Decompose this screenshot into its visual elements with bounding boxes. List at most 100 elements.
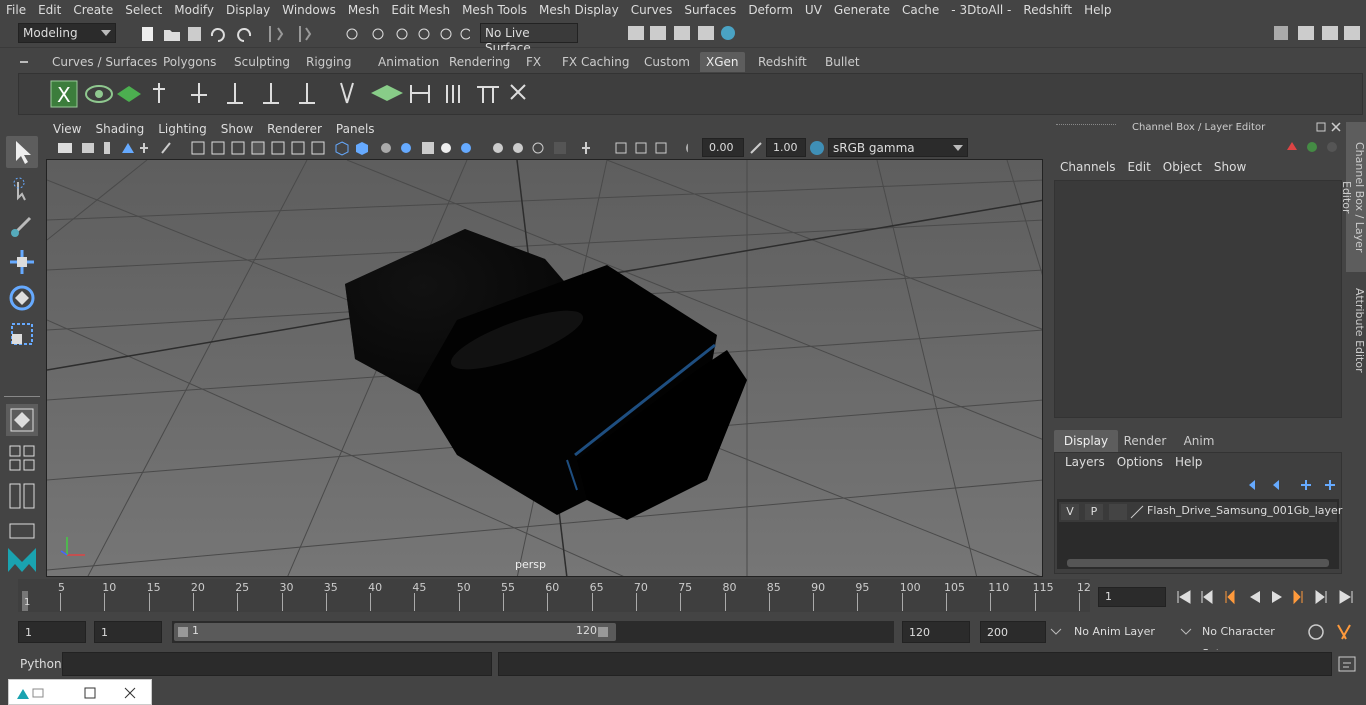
xgen-shelf-icons[interactable]: X: [49, 75, 549, 115]
start-time-field[interactable]: 1: [18, 621, 86, 643]
shelf-tab-custom[interactable]: Custom: [638, 52, 696, 72]
rotate-tool[interactable]: [6, 282, 38, 314]
viewport-menu-renderer[interactable]: Renderer: [260, 122, 329, 136]
layer-row[interactable]: V P Flash_Drive_Samsung_001Gb_layer: [1059, 502, 1342, 522]
menu-redshift[interactable]: Redshift: [1017, 3, 1078, 17]
status-tools[interactable]: [130, 24, 470, 44]
menu-mesh-tools[interactable]: Mesh Tools: [456, 3, 533, 17]
scale-tool[interactable]: [6, 318, 38, 350]
layers-menu[interactable]: Layers: [1059, 455, 1111, 469]
options-menu[interactable]: Options: [1111, 455, 1169, 469]
menu-surfaces[interactable]: Surfaces: [678, 3, 742, 17]
shelf-tab-bullet[interactable]: Bullet: [819, 52, 866, 72]
panel-window-controls[interactable]: [1314, 120, 1346, 134]
render-tools[interactable]: [590, 22, 750, 46]
layer-playback-toggle[interactable]: P: [1085, 504, 1103, 520]
live-surface-field[interactable]: No Live Surface: [480, 23, 578, 55]
menu-mesh[interactable]: Mesh: [342, 3, 386, 17]
minimized-window[interactable]: [8, 679, 152, 705]
show-menu[interactable]: Show: [1208, 160, 1252, 178]
select-tool[interactable]: [6, 136, 38, 168]
playback-end-field[interactable]: 120: [902, 621, 970, 643]
menu-windows[interactable]: Windows: [276, 3, 342, 17]
shelf-tab-curves-surfaces[interactable]: Curves / Surfaces: [46, 52, 163, 72]
tab-attribute-editor[interactable]: Attribute Editor: [1346, 280, 1366, 380]
layout-four-button[interactable]: [6, 442, 38, 474]
layer-visibility-toggle[interactable]: V: [1061, 504, 1079, 520]
menu-curves[interactable]: Curves: [625, 3, 679, 17]
menu-generate[interactable]: Generate: [828, 3, 896, 17]
move-tool[interactable]: [6, 246, 38, 278]
viewport-persp[interactable]: persp: [46, 159, 1043, 577]
gamma-field[interactable]: 1.00: [766, 138, 806, 157]
workspace-tools[interactable]: [1270, 22, 1366, 46]
menu-modify[interactable]: Modify: [168, 3, 220, 17]
menu-deform[interactable]: Deform: [742, 3, 799, 17]
viewport-menu-panels[interactable]: Panels: [329, 122, 382, 136]
channel-box-tools[interactable]: [1284, 138, 1344, 156]
layer-type-toggle[interactable]: [1109, 504, 1127, 520]
colorspace-selector[interactable]: sRGB gamma: [828, 138, 968, 157]
command-input[interactable]: [62, 652, 492, 676]
object-menu[interactable]: Object: [1157, 160, 1208, 178]
range-bar[interactable]: 1 120: [174, 623, 616, 641]
shelf-tab-xgen[interactable]: XGen: [700, 52, 745, 72]
menu-file[interactable]: File: [0, 3, 32, 17]
viewport-menu-view[interactable]: View: [46, 122, 88, 136]
script-editor-icon[interactable]: [1336, 654, 1358, 674]
tab-display[interactable]: Display: [1054, 430, 1118, 452]
menu-help[interactable]: Help: [1078, 3, 1117, 17]
cmd-language-label[interactable]: Python: [20, 657, 62, 671]
current-frame-field[interactable]: 1: [1098, 587, 1166, 607]
menu-create[interactable]: Create: [67, 3, 119, 17]
edit-menu[interactable]: Edit: [1122, 160, 1157, 178]
viewport-menu-shading[interactable]: Shading: [88, 122, 151, 136]
lasso-tool[interactable]: [6, 174, 38, 206]
shelf-tab-rigging[interactable]: Rigging: [300, 52, 357, 72]
range-tools[interactable]: [1306, 621, 1362, 643]
layer-color-icon[interactable]: [1129, 504, 1145, 520]
viewport-menu-show[interactable]: Show: [214, 122, 260, 136]
time-slider[interactable]: 1 5 10 15 20 25 30 35 40 45 50 55 60 65 70 75 80 85 90 95 1…: [0, 579, 1366, 615]
menu-edit-mesh[interactable]: Edit Mesh: [385, 3, 456, 17]
menu-select[interactable]: Select: [119, 3, 168, 17]
range-handle-end[interactable]: [598, 627, 608, 637]
channels-menu[interactable]: Channels: [1054, 160, 1122, 178]
layer-scrollbar[interactable]: [1067, 559, 1329, 567]
range-handle-start[interactable]: [178, 627, 188, 637]
end-time-field[interactable]: 200: [980, 621, 1046, 643]
layer-name[interactable]: Flash_Drive_Samsung_001Gb_layer: [1147, 504, 1342, 517]
menu-cache[interactable]: Cache: [896, 3, 945, 17]
menu-3dtoall[interactable]: - 3DtoAll -: [945, 3, 1017, 17]
viewport-menu-lighting[interactable]: Lighting: [151, 122, 214, 136]
exposure-field[interactable]: 0.00: [702, 138, 744, 157]
shelf-tab-rendering[interactable]: Rendering: [443, 52, 516, 72]
shelf-tab-polygons[interactable]: Polygons: [157, 52, 222, 72]
menu-edit[interactable]: Edit: [32, 3, 67, 17]
playback-controls[interactable]: [1174, 587, 1360, 607]
chevron-down-icon[interactable]: [1180, 627, 1192, 637]
layout-split-button[interactable]: [6, 480, 38, 512]
character-set-field[interactable]: No Character Set: [1196, 621, 1300, 660]
tab-anim[interactable]: Anim: [1174, 430, 1224, 452]
shelf-tab-sculpting[interactable]: Sculpting: [228, 52, 296, 72]
menu-mesh-display[interactable]: Mesh Display: [533, 3, 625, 17]
soft-select-tool[interactable]: [6, 404, 38, 436]
time-slider-track[interactable]: 1 5 10 15 20 25 30 35 40 45 50 55 60 65 70 75 80 85 90 95 1…: [18, 579, 1091, 612]
channel-list[interactable]: [1054, 180, 1342, 418]
panel-grip[interactable]: [1056, 124, 1116, 130]
help-menu[interactable]: Help: [1169, 455, 1208, 469]
anim-layer-field[interactable]: No Anim Layer: [1068, 621, 1176, 643]
color-management-icon[interactable]: [808, 139, 826, 157]
menu-uv[interactable]: UV: [799, 3, 828, 17]
viewport-tool-icons[interactable]: [48, 139, 688, 157]
shelf-tab-fx[interactable]: FX: [520, 52, 547, 72]
tab-render[interactable]: Render: [1120, 430, 1170, 452]
shelf-menu-icon[interactable]: [18, 56, 30, 68]
shelf-tab-redshift[interactable]: Redshift: [752, 52, 813, 72]
layer-tools[interactable]: [1245, 477, 1341, 493]
chevron-down-icon[interactable]: [1050, 627, 1062, 637]
tab-channel-box[interactable]: Channel Box / Layer Editor: [1340, 122, 1366, 272]
paint-select-tool[interactable]: [6, 210, 38, 242]
mode-selector[interactable]: Modeling: [18, 23, 116, 43]
